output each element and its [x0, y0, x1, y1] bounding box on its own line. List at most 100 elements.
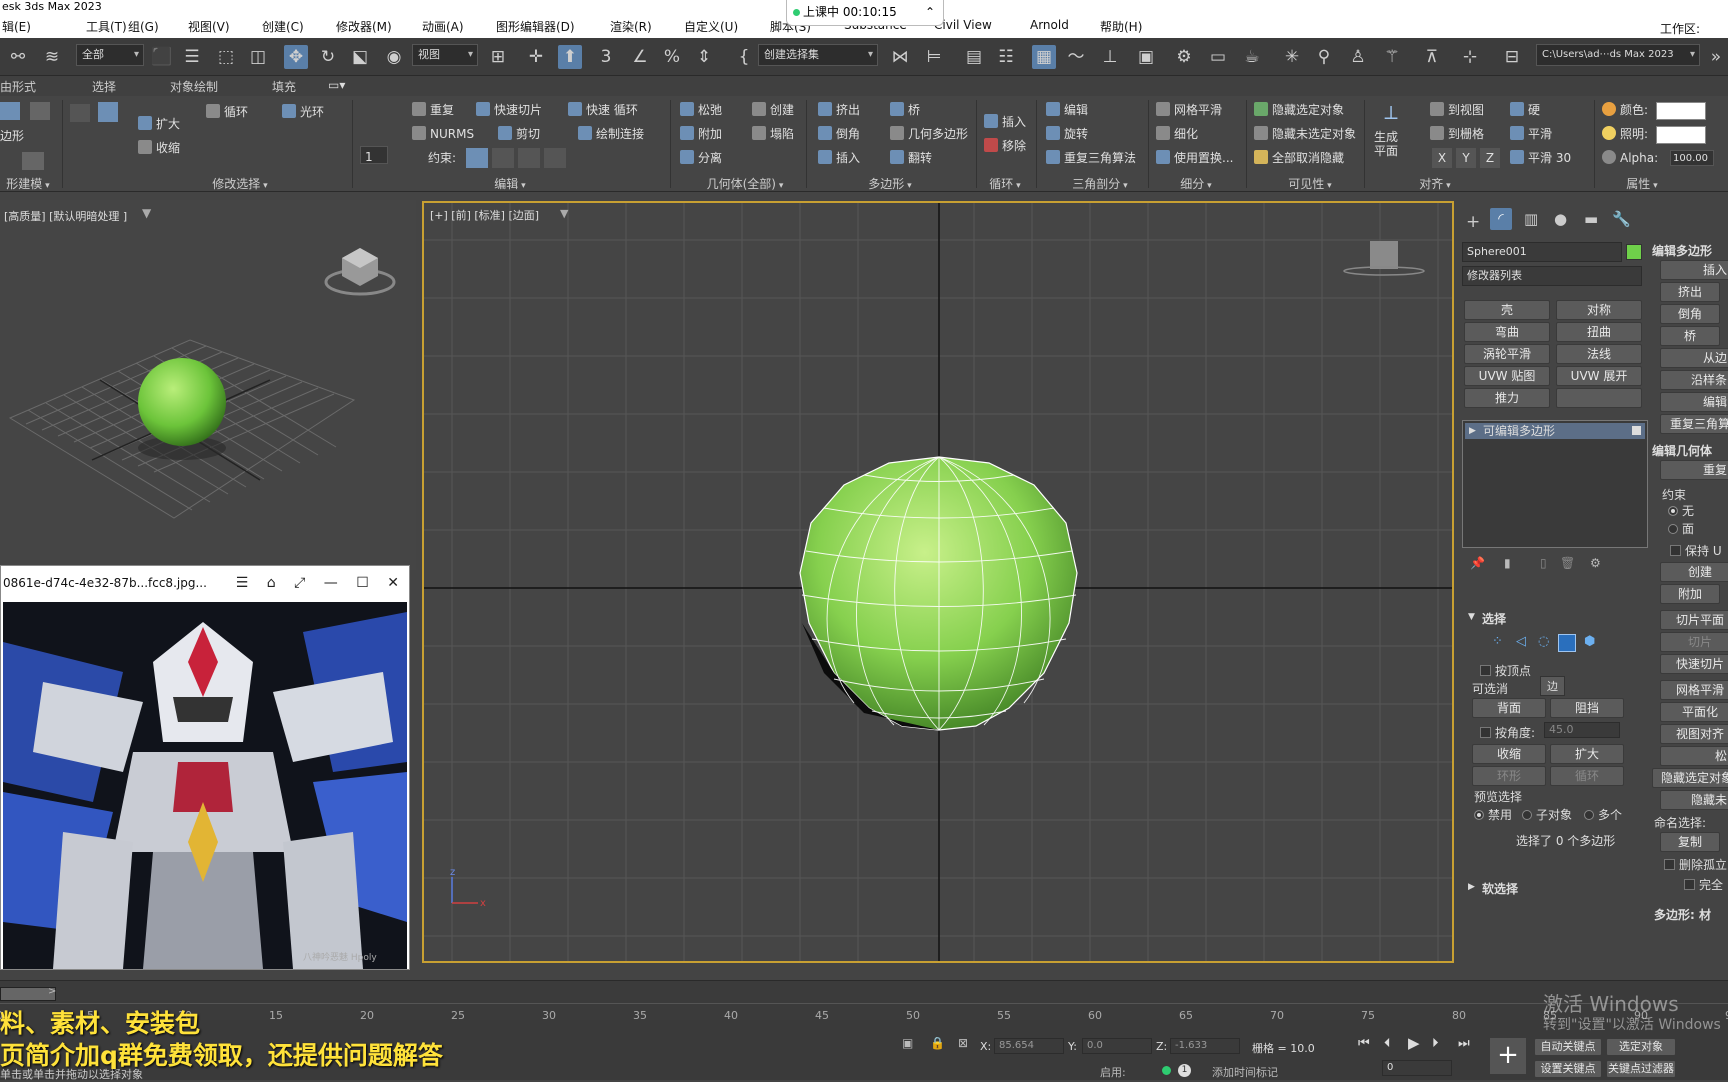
group-modeling[interactable]: 形建模	[0, 176, 56, 192]
set-key-button[interactable]: 设置关键点	[1534, 1060, 1602, 1078]
menu-item-0[interactable]: 辑(E)	[2, 18, 31, 35]
create-button[interactable]: 创建	[770, 103, 794, 117]
unhideall-button[interactable]: 全部取消隐藏	[1272, 151, 1344, 165]
bridge-button[interactable]: 桥	[908, 103, 920, 117]
by-angle-checkbox[interactable]	[1480, 727, 1491, 738]
menu-item-5[interactable]: 修改器(M)	[336, 18, 392, 35]
menu-icon[interactable]: ☰	[236, 575, 249, 591]
rp-keep-checkbox[interactable]	[1670, 545, 1681, 556]
menu-item-3[interactable]: 视图(V)	[188, 18, 230, 35]
z-coord-field[interactable]: -1.633	[1170, 1038, 1240, 1054]
align-y-button[interactable]: Y	[1456, 148, 1476, 168]
group-loops[interactable]: 循环	[980, 176, 1030, 192]
usedisp-button[interactable]: 使用置换...	[1174, 151, 1233, 165]
retri-button[interactable]: 重复三角算法	[1064, 151, 1136, 165]
viewcube-icon[interactable]	[324, 248, 396, 296]
hideunsel-button[interactable]: 隐藏未选定对象	[1272, 127, 1356, 141]
align-x-button[interactable]: X	[1432, 148, 1452, 168]
preview-subobj-radio[interactable]	[1522, 810, 1532, 820]
modifier-stack[interactable]: ▶ 可编辑多边形	[1462, 420, 1648, 548]
border-mode-icon[interactable]: ◌	[1538, 634, 1549, 649]
constraint-face-icon[interactable]	[518, 148, 540, 168]
next-frame-icon[interactable]: ⏵	[1432, 1036, 1439, 1051]
rp-fromedge-button[interactable]: 从边	[1660, 348, 1728, 368]
element-mode-icon[interactable]	[30, 102, 50, 120]
quickslice-button[interactable]: 快速切片	[494, 103, 542, 117]
modify-tab-icon[interactable]: ◜	[1490, 208, 1512, 230]
backface-button[interactable]: 背面	[1472, 698, 1546, 718]
set-key-big-icon[interactable]: +	[1490, 1038, 1526, 1074]
rp-retri-button[interactable]: 重复三角算	[1660, 414, 1728, 434]
scale-icon[interactable]: ⬕	[348, 45, 372, 69]
render-icon[interactable]: ☕	[1240, 45, 1264, 69]
inset-button[interactable]: 插入	[836, 151, 860, 165]
material-editor-icon[interactable]: ▣	[1134, 45, 1158, 69]
motion-tab-icon[interactable]: ●	[1554, 210, 1567, 228]
rp-viewalign-button[interactable]: 视图对齐	[1660, 724, 1728, 744]
abs-mode-icon[interactable]: ⊠	[958, 1036, 968, 1050]
polygon-mode-icon[interactable]	[1558, 634, 1576, 652]
group-subdivision[interactable]: 细分	[1166, 176, 1226, 192]
selection-filter-dropdown[interactable]: 全部	[76, 44, 144, 66]
menu-item-6[interactable]: 动画(A)	[422, 18, 464, 35]
align-icon[interactable]: ⊨	[922, 45, 946, 69]
preview-off-radio[interactable]	[1474, 810, 1484, 820]
hidesel-button[interactable]: 隐藏选定对象	[1272, 103, 1344, 117]
geompoly-button[interactable]: 几何多边形	[908, 127, 968, 141]
percent-snap-icon[interactable]: %	[660, 45, 684, 69]
viewcube-front-icon[interactable]	[1343, 241, 1425, 276]
loop-button[interactable]: 循环	[1550, 766, 1624, 786]
grow-button[interactable]: 扩大	[1550, 744, 1624, 764]
tab-selection[interactable]: 选择	[92, 78, 116, 95]
mod-button-8[interactable]: UVW 展开	[1556, 366, 1642, 386]
spinner-field[interactable]: 1	[360, 146, 388, 164]
object-color-swatch[interactable]	[1626, 244, 1642, 260]
menu-item-8[interactable]: 渲染(R)	[610, 18, 652, 35]
rp-insert-button[interactable]: 插入	[1660, 260, 1728, 280]
stack-item-editable-poly[interactable]: ▶ 可编辑多边形	[1465, 423, 1645, 439]
cut-button[interactable]: 剪切	[516, 127, 540, 141]
rp-face-radio[interactable]	[1668, 524, 1678, 534]
selected-objects-dropdown[interactable]: 选定对象	[1606, 1038, 1676, 1056]
edge-mode-icon[interactable]: ◁	[1516, 634, 1526, 649]
remove-loop-button[interactable]: 移除	[1002, 139, 1026, 153]
x-coord-field[interactable]: 85.654	[994, 1038, 1064, 1054]
project-path-dropdown[interactable]: C:\Users\ad⋯ds Max 2023	[1536, 44, 1700, 66]
togrid-button[interactable]: 到栅格	[1448, 127, 1484, 141]
nurms-button[interactable]: NURMS	[430, 127, 474, 141]
tab-populate[interactable]: 填充	[272, 78, 296, 95]
constraint-none-icon[interactable]	[466, 148, 488, 168]
minimize-icon[interactable]: —	[324, 575, 338, 591]
insert-loop-button[interactable]: 插入	[1002, 115, 1026, 129]
alpha-field[interactable]: 100.00	[1670, 150, 1714, 166]
timeline[interactable]: > 05101520253035404550556065707580859095	[0, 980, 1728, 1022]
link-icon[interactable]: ⚯	[6, 45, 30, 69]
close-icon[interactable]: ✕	[387, 575, 399, 591]
drawconnect-button[interactable]: 绘制连接	[596, 127, 644, 141]
keyboard-shortcut-icon[interactable]: ⬆	[558, 45, 582, 69]
expand-arrow-icon[interactable]: ▶	[1469, 423, 1476, 439]
by-vertex-checkbox[interactable]	[1480, 665, 1491, 676]
mod-button-4[interactable]: 扭曲	[1556, 322, 1642, 342]
enable-indicator-icon[interactable]	[1162, 1066, 1171, 1075]
time-slider-next-icon[interactable]: >	[48, 986, 56, 997]
display-tab-icon[interactable]: ▬	[1584, 210, 1598, 228]
filter-icon[interactable]: ▼	[142, 206, 151, 220]
render-frame-icon[interactable]: ▭	[1206, 45, 1230, 69]
toview-button[interactable]: 到视图	[1448, 103, 1484, 117]
expand-arrow-icon[interactable]: ▶	[1468, 882, 1475, 892]
front-viewport[interactable]: z x [+] [前] [标准] [边面] ▼	[422, 201, 1454, 963]
collapse-arrow-icon[interactable]: ▼	[1468, 612, 1475, 622]
group-align[interactable]: 对齐	[1400, 176, 1470, 192]
mod-button-5[interactable]: 涡轮平滑	[1464, 344, 1550, 364]
isolate-icon[interactable]: ▣	[902, 1036, 913, 1050]
arnold-light-icon[interactable]: ⚲	[1312, 45, 1336, 69]
smooth-button[interactable]: 平滑	[1528, 127, 1552, 141]
rp-attach-button[interactable]: 附加	[1660, 584, 1720, 604]
info-icon[interactable]: 1	[1178, 1064, 1191, 1077]
preview-multi-radio[interactable]	[1584, 810, 1594, 820]
configure-sets-icon[interactable]: ⚙	[1590, 556, 1601, 570]
relax-button[interactable]: 松弛	[698, 103, 722, 117]
group-properties[interactable]: 属性	[1612, 176, 1672, 192]
hard-button[interactable]: 硬	[1528, 103, 1540, 117]
